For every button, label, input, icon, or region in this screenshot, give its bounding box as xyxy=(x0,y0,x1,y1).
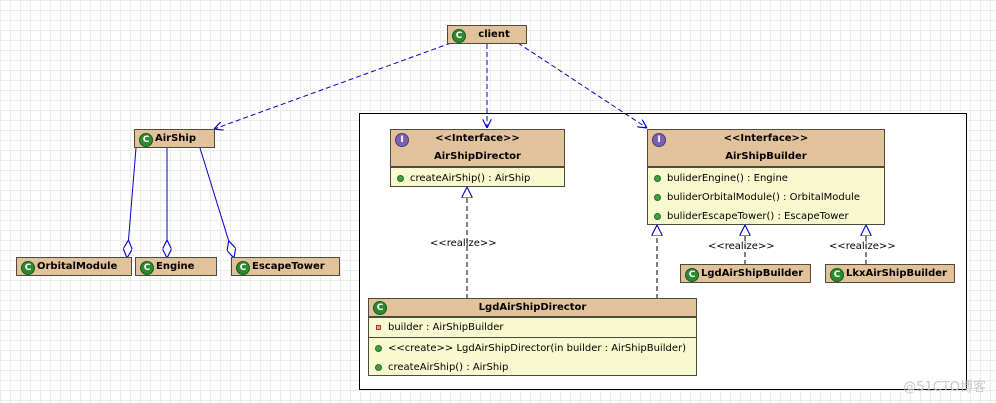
public-icon xyxy=(397,175,404,182)
realize-label: <<realize>> xyxy=(708,241,775,252)
class-client[interactable]: C client xyxy=(447,25,527,44)
class-icon: C xyxy=(452,29,466,43)
class-escapetower[interactable]: C EscapeTower xyxy=(231,257,340,276)
class-lgdairshipdirector[interactable]: C LgdAirShipDirector builder : AirShipBu… xyxy=(368,298,697,376)
class-name: AirShip xyxy=(155,133,197,144)
interface-icon: I xyxy=(395,133,409,147)
class-icon: C xyxy=(140,261,154,275)
public-icon xyxy=(375,364,382,371)
class-orbitalmodule[interactable]: C OrbitalModule xyxy=(16,257,132,276)
class-icon: C xyxy=(139,133,153,147)
agg-airship-escape xyxy=(199,147,234,258)
class-name: LgdAirShipBuilder xyxy=(701,268,804,279)
dep-client-builder xyxy=(517,42,647,128)
class-name: OrbitalModule xyxy=(37,261,118,272)
operation: buliderEngine() : Engine xyxy=(648,169,884,188)
class-icon: C xyxy=(236,261,250,275)
stereotype: <<Interface>> xyxy=(435,133,520,144)
operation: buliderOrbitalModule() : OrbitalModule xyxy=(648,188,884,207)
class-name: LkxAirShipBuilder xyxy=(846,268,947,279)
public-icon xyxy=(654,213,661,220)
class-airship[interactable]: C AirShip xyxy=(134,129,215,148)
operation: <<create>> LgdAirShipDirector(in builder… xyxy=(369,339,696,358)
class-icon: C xyxy=(685,268,699,282)
class-icon: C xyxy=(21,261,35,275)
operation: createAirShip() : AirShip xyxy=(369,358,696,377)
public-icon xyxy=(654,194,661,201)
stereotype: <<Interface>> xyxy=(723,133,809,144)
operation: buliderEscapeTower() : EscapeTower xyxy=(648,207,884,226)
class-icon: C xyxy=(373,301,387,315)
private-icon xyxy=(376,325,381,330)
class-name: AirShipBuilder xyxy=(725,151,807,162)
class-icon: C xyxy=(830,268,844,282)
operation: createAirShip() : AirShip xyxy=(391,169,564,188)
dep-client-airship xyxy=(214,42,452,129)
class-name: client xyxy=(478,29,510,40)
interface-airshipdirector[interactable]: I <<Interface>> AirShipDirector createAi… xyxy=(390,129,565,187)
class-name: Engine xyxy=(156,261,195,272)
public-icon xyxy=(654,175,661,182)
class-lgdairshipbuilder[interactable]: C LgdAirShipBuilder xyxy=(680,264,811,283)
public-icon xyxy=(375,345,382,352)
class-name: LgdAirShipDirector xyxy=(478,302,587,313)
realize-label: <<realize>> xyxy=(829,241,896,252)
interface-airshipbuilder[interactable]: I <<Interface>> AirShipBuilder buliderEn… xyxy=(647,129,885,225)
class-lkxairshipbuilder[interactable]: C LkxAirShipBuilder xyxy=(825,264,955,283)
attribute: builder : AirShipBuilder xyxy=(369,318,696,337)
interface-icon: I xyxy=(652,133,666,147)
agg-airship-orbital xyxy=(127,147,137,258)
class-name: EscapeTower xyxy=(252,261,325,272)
class-name: AirShipDirector xyxy=(434,151,521,162)
realize-label: <<realize>> xyxy=(430,238,497,249)
watermark: @51CTO博客 xyxy=(903,380,986,395)
class-engine[interactable]: C Engine xyxy=(135,257,217,276)
